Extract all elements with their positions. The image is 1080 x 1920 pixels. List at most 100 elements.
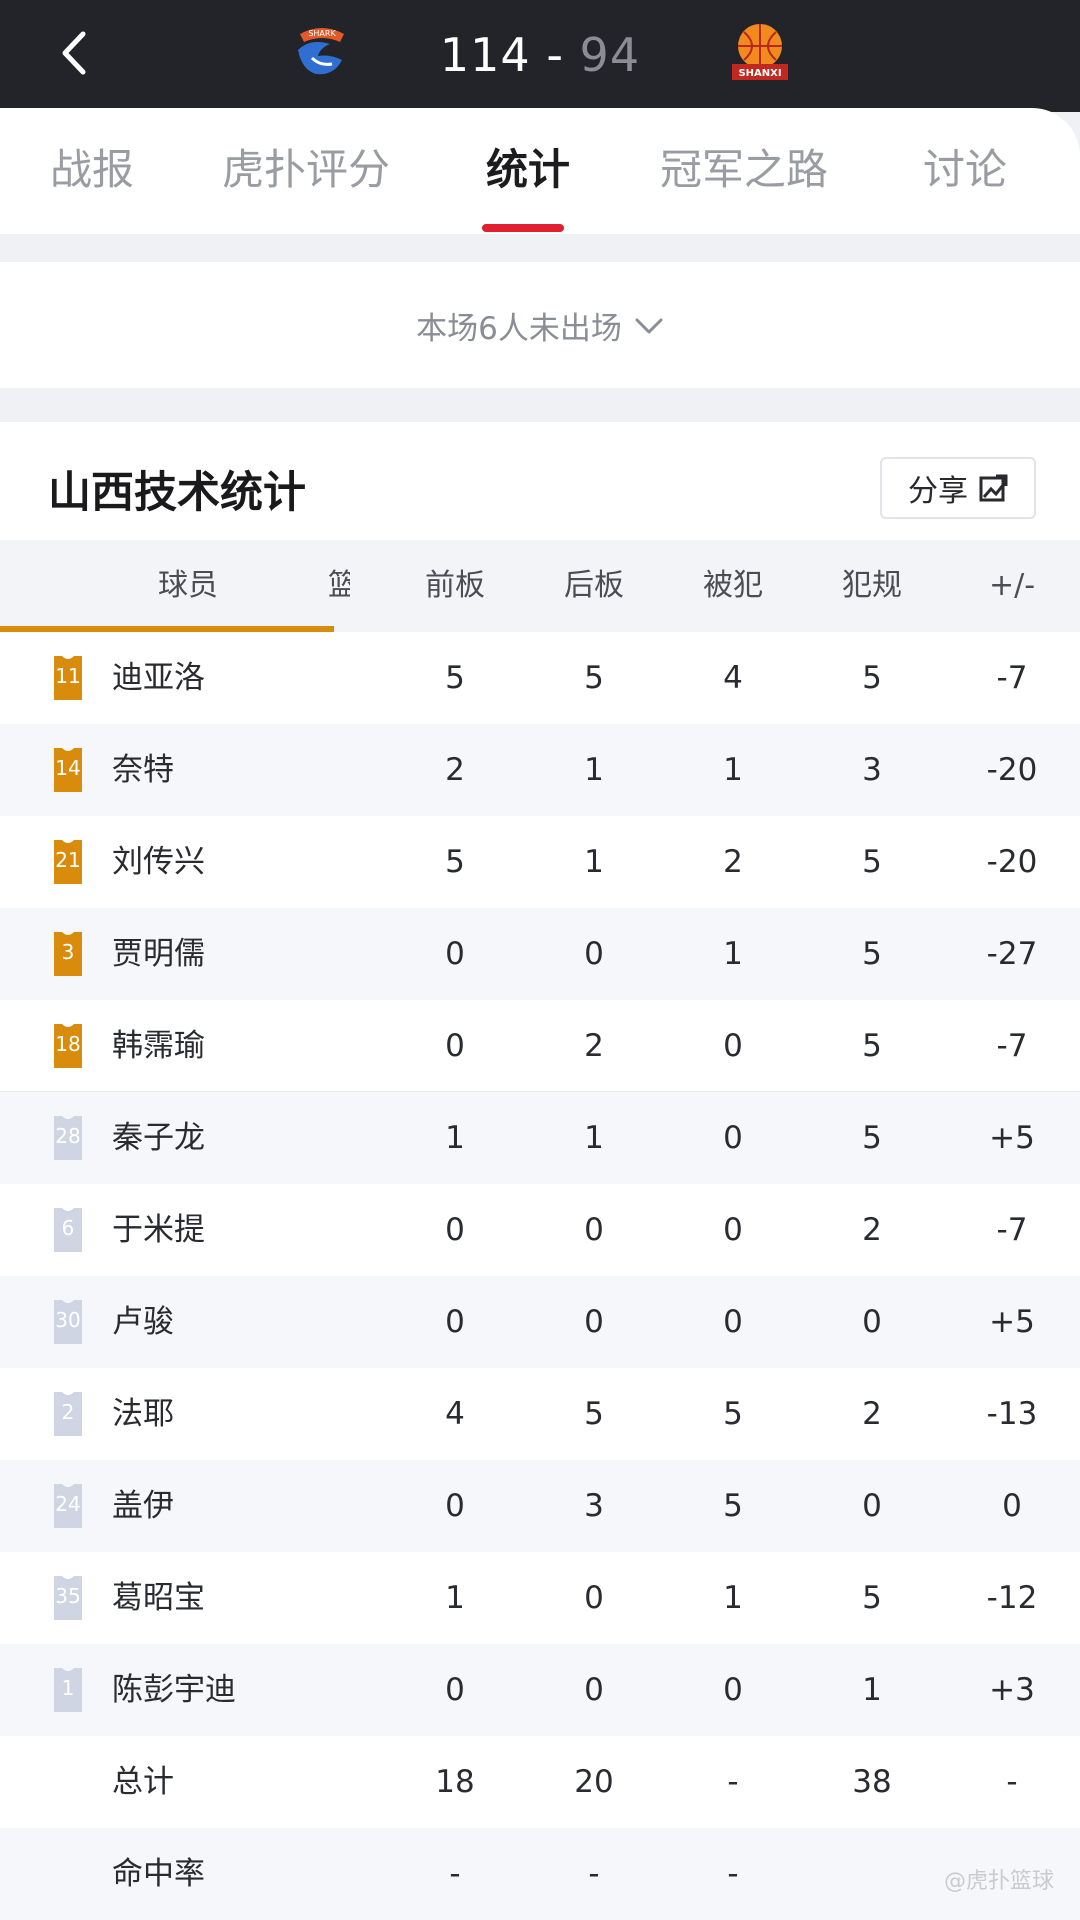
away-team-logo[interactable]: SHANXI [728, 20, 792, 84]
table-row[interactable]: 11 迪亚洛 5 5 4 5 -7 [0, 632, 1080, 724]
header-dreb[interactable]: 后板 [534, 540, 654, 632]
jersey-icon: 18 [48, 1022, 88, 1070]
player-name[interactable]: 盖伊 [112, 1460, 174, 1552]
jersey-icon: 30 [48, 1298, 88, 1346]
fouled-value: 4 [723, 660, 743, 696]
chevron-down-icon [634, 307, 664, 343]
stats-card: 山西技术统计 分享 球员 篮 前板 后板 被犯 犯规 +/- 11 迪亚洛 5 5 4 5… [0, 422, 1080, 1920]
player-name[interactable]: 韩霈瑜 [112, 1000, 205, 1092]
player-name[interactable]: 陈彭宇迪 [112, 1644, 236, 1736]
table-row[interactable]: 35 葛昭宝 1 0 1 5 -12 [0, 1552, 1080, 1644]
table-row[interactable]: 14 奈特 2 1 1 3 -20 [0, 724, 1080, 816]
header-oreb[interactable]: 前板 [395, 540, 515, 632]
header-fouls[interactable]: 犯规 [812, 540, 932, 632]
jersey-icon: 3 [48, 930, 88, 978]
oreb-value: 18 [435, 1764, 475, 1800]
table-row[interactable]: 1 陈彭宇迪 0 0 0 1 +3 [0, 1644, 1080, 1736]
player-name[interactable]: 迪亚洛 [112, 632, 205, 724]
share-button[interactable]: 分享 [880, 457, 1036, 519]
jersey-number: 11 [55, 664, 81, 688]
jersey-icon: 24 [48, 1482, 88, 1530]
tab-stats[interactable]: 统计 [486, 140, 570, 200]
oreb-value: 1 [445, 1580, 465, 1616]
dreb-value: 0 [584, 936, 604, 972]
watermark: @虎扑篮球 [943, 1869, 1054, 1894]
table-row[interactable]: 3 贾明儒 0 0 1 5 -27 [0, 908, 1080, 1000]
fouls-value: 5 [862, 844, 882, 880]
fouled-value: 1 [723, 752, 743, 788]
fouls-value: 0 [862, 1304, 882, 1340]
tab-ratings[interactable]: 虎扑评分 [222, 140, 390, 200]
plus-minus-value: -13 [986, 1396, 1038, 1432]
dreb-value: 1 [584, 752, 604, 788]
jersey-icon: 6 [48, 1206, 88, 1254]
table-row[interactable]: 21 刘传兴 5 1 2 5 -20 [0, 816, 1080, 908]
plus-minus-value: - [1006, 1764, 1018, 1800]
dreb-value: 20 [574, 1764, 614, 1800]
share-label: 分享 [908, 474, 968, 509]
fouls-value [812, 1828, 932, 1920]
jersey-icon: 11 [48, 654, 88, 702]
fouled-value: 1 [723, 1580, 743, 1616]
plus-minus-value: +5 [989, 1120, 1035, 1156]
score-display: 114 - 94 [380, 24, 700, 86]
home-team-logo[interactable]: SHARK [290, 20, 354, 84]
jersey-number: 35 [55, 1584, 81, 1608]
oreb-value: 1 [445, 1120, 465, 1156]
dreb-value: 5 [584, 1396, 604, 1432]
header-player[interactable]: 球员 [128, 540, 248, 632]
fouls-value: 5 [862, 660, 882, 696]
fouled-value: 5 [723, 1488, 743, 1524]
dreb-value: 0 [584, 1672, 604, 1708]
jersey-number: 6 [61, 1216, 75, 1240]
fouled-value: 0 [723, 1672, 743, 1708]
table-row[interactable]: 28 秦子龙 1 1 0 5 +5 [0, 1092, 1080, 1184]
table-header: 球员 篮 前板 后板 被犯 犯规 +/- [0, 540, 1080, 632]
player-name[interactable]: 贾明儒 [112, 908, 205, 1000]
player-name[interactable]: 卢骏 [112, 1276, 174, 1368]
table-row[interactable]: 24 盖伊 0 3 5 0 0 [0, 1460, 1080, 1552]
dreb-value: 1 [584, 1120, 604, 1156]
oreb-value: 2 [445, 752, 465, 788]
jersey-icon: 35 [48, 1574, 88, 1622]
jersey-icon: 21 [48, 838, 88, 886]
plus-minus-value: -7 [996, 1212, 1028, 1248]
row-label: 命中率 [112, 1856, 205, 1892]
rate-row: 命中率 - - - [0, 1828, 1080, 1920]
table-row[interactable]: 6 于米提 0 0 0 2 -7 [0, 1184, 1080, 1276]
table-row[interactable]: 30 卢骏 0 0 0 0 +5 [0, 1276, 1080, 1368]
fouls-value: 5 [862, 1120, 882, 1156]
fouled-value: - [727, 1856, 739, 1892]
fouled-value: 2 [723, 844, 743, 880]
jersey-number: 3 [61, 940, 75, 964]
score-header: SHARK 114 - 94 SHANXI [0, 0, 1080, 112]
player-name[interactable]: 奈特 [112, 724, 174, 816]
player-name[interactable]: 于米提 [112, 1184, 205, 1276]
dreb-value: 5 [584, 660, 604, 696]
header-fouled[interactable]: 被犯 [673, 540, 793, 632]
dnp-toggle[interactable]: 本场6人未出场 [0, 262, 1080, 388]
player-name[interactable]: 秦子龙 [112, 1092, 205, 1184]
plus-minus-value: -7 [996, 1028, 1028, 1064]
dreb-value: 0 [584, 1212, 604, 1248]
tab-discussion[interactable]: 讨论 [923, 140, 1007, 200]
back-button[interactable] [48, 22, 100, 84]
tab-report[interactable]: 战报 [50, 140, 134, 200]
tab-road-to-title[interactable]: 冠军之路 [660, 140, 828, 200]
svg-text:SHARK: SHARK [308, 29, 336, 38]
oreb-value: 5 [445, 844, 465, 880]
table-row[interactable]: 2 法耶 4 5 5 2 -13 [0, 1368, 1080, 1460]
header-plus-minus[interactable]: +/- [952, 540, 1072, 632]
player-name[interactable]: 葛昭宝 [112, 1552, 205, 1644]
table-row[interactable]: 18 韩霈瑜 0 2 0 5 -7 [0, 1000, 1080, 1092]
player-name[interactable]: 法耶 [112, 1368, 174, 1460]
player-name[interactable]: 刘传兴 [112, 816, 205, 908]
fouled-value: 0 [723, 1304, 743, 1340]
dreb-value: 3 [584, 1488, 604, 1524]
tab-bar: 战报 虎扑评分 统计 冠军之路 讨论 [0, 108, 1080, 234]
fouls-value: 5 [862, 1028, 882, 1064]
dreb-value: 1 [584, 844, 604, 880]
jersey-number: 21 [55, 848, 81, 872]
plus-minus-value: -7 [996, 660, 1028, 696]
dreb-value: 0 [584, 1580, 604, 1616]
